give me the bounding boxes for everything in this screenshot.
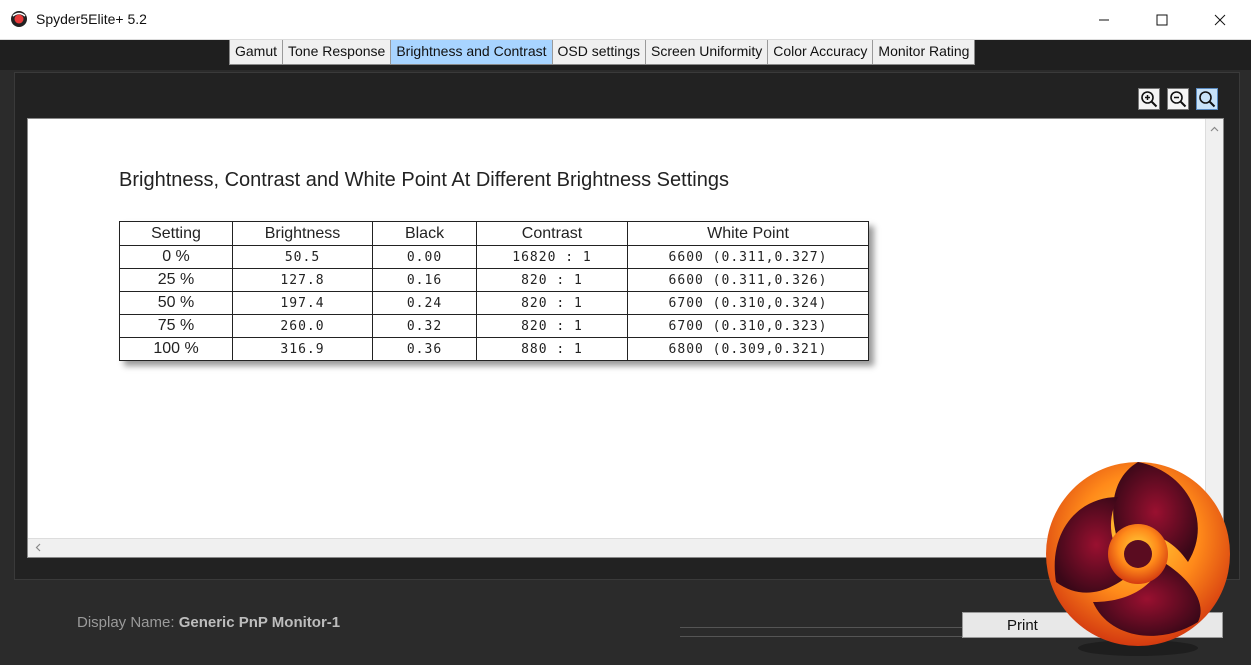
tab-bar: Gamut Tone Response Brightness and Contr… — [229, 40, 976, 65]
scroll-left-icon[interactable] — [30, 539, 47, 556]
contrast-cell: 820 : 1 — [476, 314, 628, 338]
setting-cell: 0 % — [119, 245, 233, 269]
table-row: 75 % 260.0 0.32 820 : 1 6700 (0.310,0.32… — [119, 314, 869, 338]
column-header-contrast: Contrast — [476, 221, 628, 246]
black-cell: 0.16 — [372, 268, 477, 292]
brightness-cell: 260.0 — [232, 314, 373, 338]
brightness-cell: 127.8 — [232, 268, 373, 292]
white-point-cell: 6800 (0.309,0.321) — [627, 337, 869, 361]
maximize-icon — [1156, 14, 1168, 25]
horizontal-scrollbar[interactable] — [28, 538, 1207, 557]
tab-brightness-and-contrast[interactable]: Brightness and Contrast — [391, 40, 553, 64]
black-cell: 0.00 — [372, 245, 477, 269]
zoom-out-icon — [1170, 91, 1187, 108]
zoom-fit-icon — [1199, 91, 1216, 108]
zoom-in-icon — [1141, 91, 1158, 108]
white-point-cell: 6600 (0.311,0.327) — [627, 245, 869, 269]
display-name-value: Generic PnP Monitor-1 — [178, 614, 341, 631]
close-button[interactable] — [1191, 0, 1249, 39]
tab-gamut[interactable]: Gamut — [230, 40, 284, 64]
window-title: Spyder5Elite+ 5.2 — [36, 11, 147, 27]
print-button-label: Print — [1007, 617, 1038, 634]
report-title: Brightness, Contrast and White Point At … — [119, 169, 729, 191]
white-point-cell: 6600 (0.311,0.326) — [627, 268, 869, 292]
setting-cell: 50 % — [119, 291, 233, 315]
column-header-brightness: Brightness — [232, 221, 373, 246]
white-point-cell: 6700 (0.310,0.324) — [627, 291, 869, 315]
results-table: Setting Brightness Black Contrast White … — [119, 221, 869, 361]
close-icon — [1214, 14, 1226, 25]
column-header-black: Black — [372, 221, 477, 246]
black-cell: 0.32 — [372, 314, 477, 338]
column-header-white-point: White Point — [627, 221, 869, 246]
tab-color-accuracy[interactable]: Color Accuracy — [768, 40, 874, 64]
contrast-cell: 820 : 1 — [476, 291, 628, 315]
contrast-cell: 16820 : 1 — [476, 245, 628, 269]
tab-screen-uniformity[interactable]: Screen Uniformity — [646, 40, 769, 64]
column-header-setting: Setting — [119, 221, 233, 246]
table-row: 25 % 127.8 0.16 820 : 1 6600 (0.311,0.32… — [119, 268, 869, 292]
tab-osd-settings[interactable]: OSD settings — [553, 40, 646, 64]
brightness-cell: 197.4 — [232, 291, 373, 315]
black-cell: 0.24 — [372, 291, 477, 315]
brightness-cell: 50.5 — [232, 245, 373, 269]
brightness-cell: 316.9 — [232, 337, 373, 361]
zoom-in-button[interactable] — [1138, 88, 1160, 110]
contrast-cell: 880 : 1 — [476, 337, 628, 361]
table-row: 0 % 50.5 0.00 16820 : 1 6600 (0.311,0.32… — [119, 245, 869, 269]
scroll-up-icon[interactable] — [1206, 121, 1223, 138]
table-header-row: Setting Brightness Black Contrast White … — [119, 221, 869, 246]
black-cell: 0.36 — [372, 337, 477, 361]
white-point-cell: 6700 (0.310,0.323) — [627, 314, 869, 338]
title-bar: Spyder5Elite+ 5.2 — [0, 0, 1251, 40]
setting-cell: 75 % — [119, 314, 233, 338]
display-name-label: Display Name: Generic PnP Monitor-1 — [77, 614, 340, 631]
minimize-button[interactable] — [1075, 0, 1133, 39]
table-row: 50 % 197.4 0.24 820 : 1 6700 (0.310,0.32… — [119, 291, 869, 315]
footer-divider — [680, 627, 965, 637]
tab-tone-response[interactable]: Tone Response — [283, 40, 392, 64]
table-row: 100 % 316.9 0.36 880 : 1 6800 (0.309,0.3… — [119, 337, 869, 361]
zoom-out-button[interactable] — [1167, 88, 1189, 110]
setting-cell: 100 % — [119, 337, 233, 361]
watermark-logo — [1046, 462, 1230, 656]
maximize-button[interactable] — [1133, 0, 1191, 39]
setting-cell: 25 % — [119, 268, 233, 292]
zoom-fit-button[interactable] — [1196, 88, 1218, 110]
contrast-cell: 820 : 1 — [476, 268, 628, 292]
tab-monitor-rating[interactable]: Monitor Rating — [873, 40, 974, 64]
display-name-caption: Display Name: — [77, 614, 175, 631]
minimize-icon — [1099, 19, 1109, 20]
spyder-app-icon — [11, 11, 27, 27]
